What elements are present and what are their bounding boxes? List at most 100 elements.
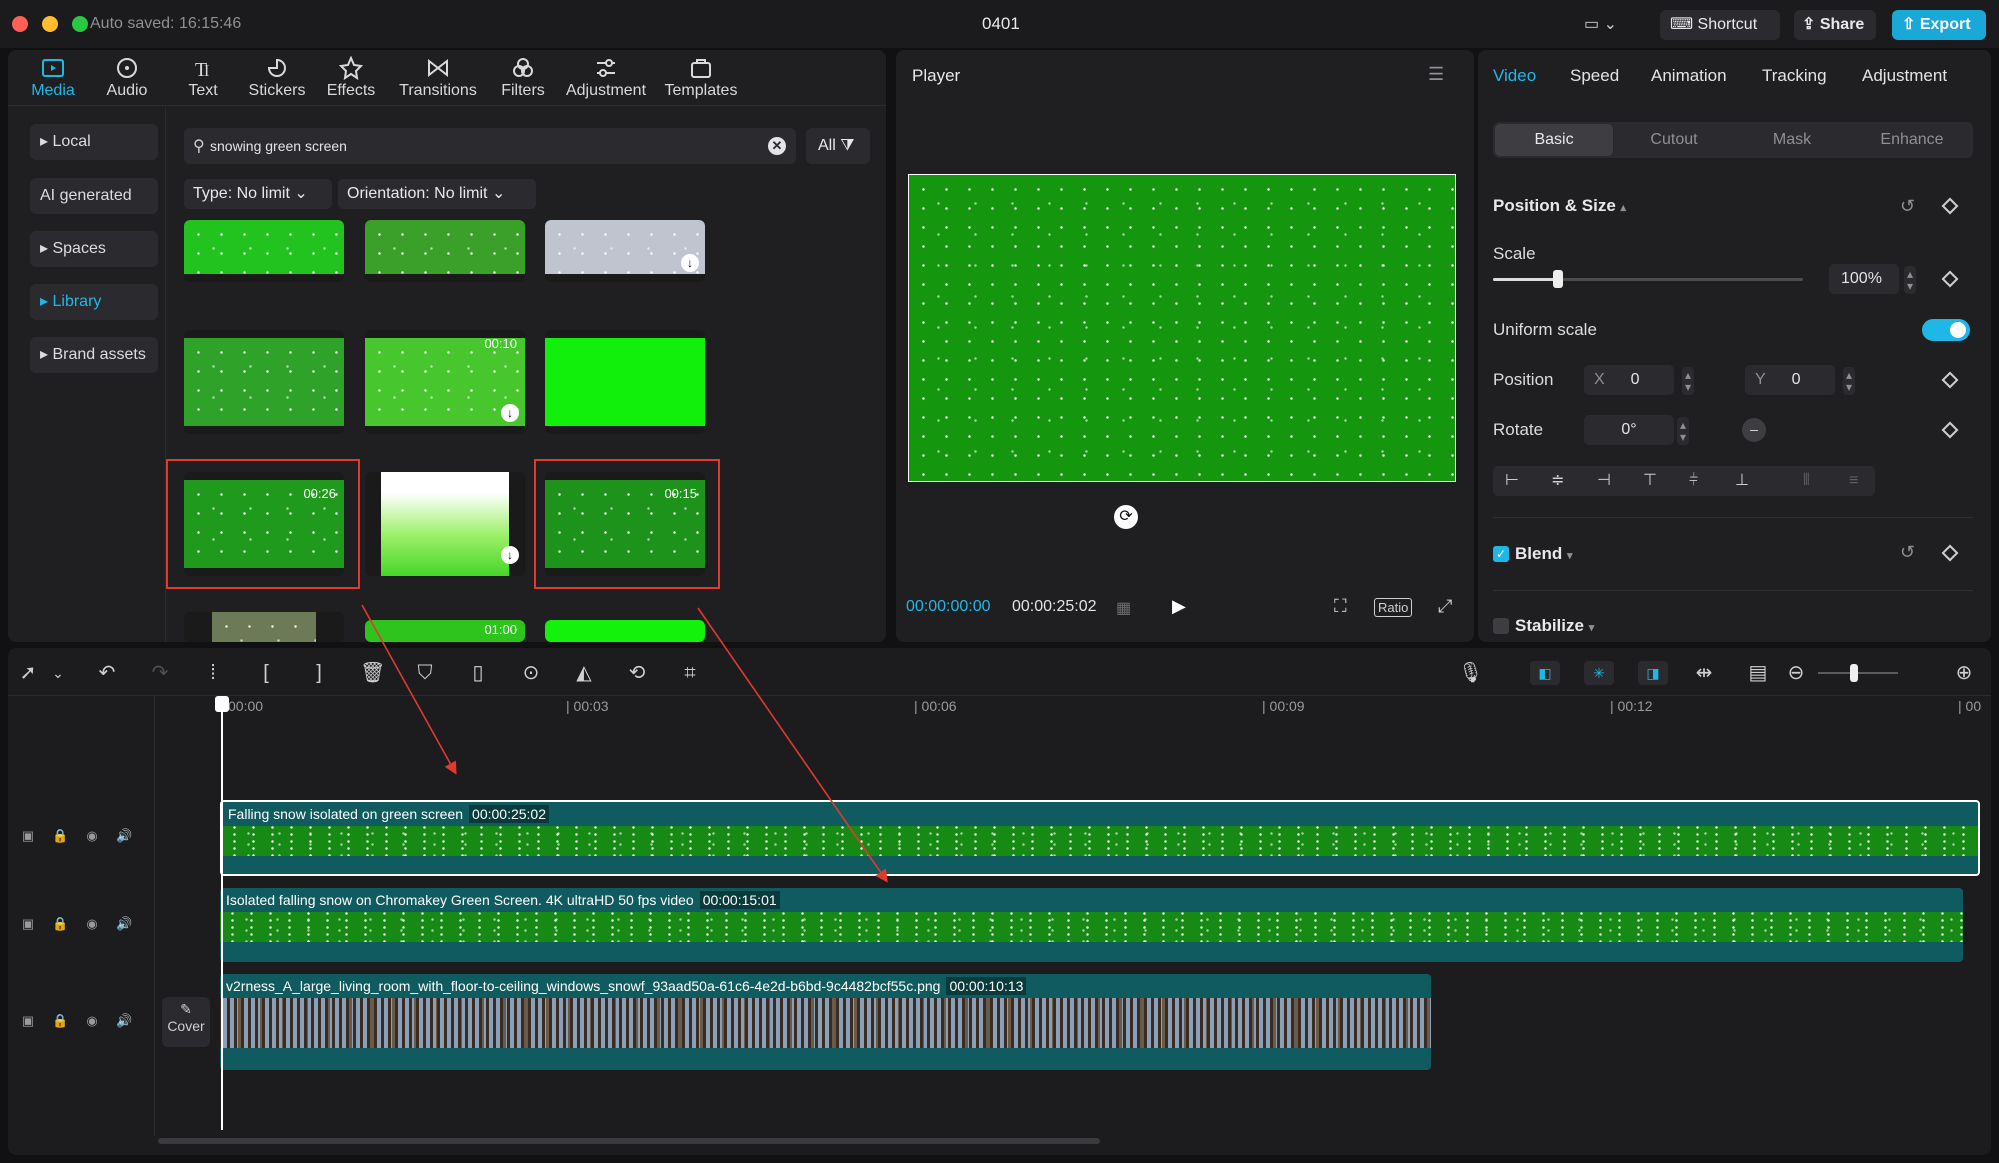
playhead-handle[interactable] (215, 696, 229, 712)
download-icon[interactable]: ↓ (501, 546, 519, 564)
scale-stepper-icon[interactable]: ▴ ▾ (1904, 266, 1917, 294)
tab-animation[interactable]: Animation (1651, 66, 1727, 86)
timeline-clip[interactable]: Falling snow isolated on green screen 00:… (220, 800, 1980, 876)
tab-transitions[interactable]: Transitions (388, 50, 488, 106)
preview-axis-icon[interactable]: ⇹ (1692, 661, 1716, 685)
tab-effects[interactable]: Effects (316, 50, 386, 106)
align-top-icon[interactable]: ⊤ (1643, 466, 1657, 496)
tab-filters[interactable]: Filters (488, 50, 558, 106)
video-preview[interactable] (908, 174, 1456, 482)
sidebar-item-library[interactable]: ▸ Library (30, 284, 158, 320)
rotate-dial-icon[interactable]: – (1742, 418, 1766, 442)
search-bar[interactable]: ⚲ snowing green screen ✕ (184, 128, 796, 164)
media-thumbnail[interactable] (545, 330, 705, 434)
volume-icon[interactable]: 🔊 (116, 916, 132, 932)
timecode-grid-icon[interactable]: ▦ (1116, 598, 1131, 618)
playhead[interactable] (221, 696, 223, 1130)
ratio-button[interactable]: Ratio (1374, 598, 1413, 617)
media-thumbnail[interactable]: ↓ (365, 472, 525, 576)
zoom-in-icon[interactable]: ⊕ (1952, 661, 1976, 685)
timeline-clip[interactable]: v2rness_A_large_living_room_with_floor-t… (220, 974, 1431, 1070)
blend-checkbox[interactable]: ✓ (1493, 546, 1509, 562)
media-thumbnail[interactable]: 00:10 ↓ (365, 330, 525, 434)
tab-templates[interactable]: Templates (656, 50, 746, 106)
scale-slider[interactable] (1493, 270, 1803, 288)
media-thumbnail[interactable]: 01:00 (365, 620, 525, 642)
delete-icon[interactable]: 🗑 (360, 661, 385, 685)
microphone-icon[interactable]: 🎙 (1458, 661, 1483, 685)
close-window-button[interactable] (12, 16, 28, 32)
type-filter-dropdown[interactable]: Type: No limit ⌄ (184, 179, 332, 209)
download-icon[interactable]: ↓ (501, 404, 519, 422)
sidebar-item-local[interactable]: ▸ Local (30, 124, 158, 160)
rotate-field[interactable]: 0° (1584, 415, 1674, 445)
position-x-field[interactable]: X0 (1584, 365, 1674, 395)
media-thumbnail[interactable] (184, 220, 344, 282)
download-icon[interactable]: ↓ (681, 254, 699, 272)
undo-icon[interactable]: ↶ (95, 661, 119, 685)
layout-menu-icon[interactable]: ▭ ⌄ (1584, 14, 1624, 36)
crop-icon[interactable]: ⌗ (678, 661, 702, 685)
lock-icon[interactable]: 🔒 (52, 828, 68, 844)
mirror-icon[interactable]: ◭ (572, 661, 596, 685)
align-center-h-icon[interactable]: ≑ (1551, 466, 1564, 496)
position-y-field[interactable]: Y0 (1745, 365, 1835, 395)
play-icon[interactable]: ▶ (1172, 596, 1186, 617)
sidebar-item-brand-assets[interactable]: ▸ Brand assets (30, 337, 158, 373)
volume-icon[interactable]: 🔊 (116, 1013, 132, 1029)
media-thumbnail[interactable] (545, 620, 705, 642)
align-center-v-icon[interactable]: ⫩ (1689, 466, 1698, 496)
orientation-filter-dropdown[interactable]: Orientation: No limit ⌄ (338, 179, 536, 209)
tab-audio[interactable]: Audio (92, 50, 162, 106)
sidebar-item-ai-generated[interactable]: AI generated (30, 178, 158, 214)
zoom-fit-icon[interactable]: ⛶ (1334, 596, 1347, 617)
horizontal-scrollbar[interactable] (158, 1138, 1100, 1144)
split-icon[interactable]: ⁞ (201, 661, 225, 685)
clear-search-icon[interactable]: ✕ (768, 137, 786, 155)
scale-slider-handle[interactable] (1553, 270, 1564, 288)
volume-icon[interactable]: 🔊 (116, 828, 132, 844)
magnet-main-track-icon[interactable]: ◧ (1530, 661, 1560, 685)
split-left-icon[interactable]: [ (254, 661, 278, 685)
maximize-window-button[interactable] (72, 16, 88, 32)
rotate-icon[interactable]: ⟲ (625, 661, 649, 685)
media-thumbnail[interactable] (365, 220, 525, 282)
chevron-down-icon[interactable]: ⌄ (46, 661, 70, 685)
cover-button[interactable]: ✎ Cover (162, 997, 210, 1047)
tab-media[interactable]: Media (18, 50, 88, 106)
y-stepper-icon[interactable]: ▴ ▾ (1843, 367, 1856, 395)
uniform-scale-toggle[interactable] (1922, 319, 1970, 341)
align-bottom-icon[interactable]: ⊥ (1735, 466, 1749, 496)
freeze-icon[interactable]: ▯ (466, 661, 490, 685)
tab-text[interactable]: T I Text (168, 50, 238, 106)
tab-video[interactable]: Video (1493, 66, 1536, 86)
thumbnail-icon[interactable]: ▤ (1746, 661, 1770, 685)
auto-snap-icon[interactable]: ✳ (1584, 661, 1614, 685)
minimize-window-button[interactable] (42, 16, 58, 32)
select-tool-icon[interactable]: ➚ (16, 661, 40, 685)
media-thumbnail[interactable]: ↓ (545, 220, 705, 282)
tab-stickers[interactable]: Stickers (242, 50, 312, 106)
zoom-out-icon[interactable]: ⊖ (1784, 661, 1808, 685)
align-right-icon[interactable]: ⊣ (1597, 466, 1611, 496)
stabilize-checkbox[interactable] (1493, 618, 1509, 634)
export-button[interactable]: ⇧ Export (1892, 10, 1986, 40)
subtab-mask[interactable]: Mask (1733, 124, 1851, 156)
tab-adjustment-inspector[interactable]: Adjustment (1862, 66, 1947, 86)
eye-icon[interactable]: ◉ (84, 1013, 100, 1029)
rotate-handle-icon[interactable]: ⟳ (1114, 505, 1138, 529)
blend-section[interactable]: Blend ▾ (1515, 544, 1573, 564)
position-size-section[interactable]: Position & Size ▴ (1493, 196, 1626, 216)
reverse-icon[interactable]: ⊙ (519, 661, 543, 685)
reset-icon[interactable]: ↺ (1900, 542, 1915, 563)
subtab-cutout[interactable]: Cutout (1615, 124, 1733, 156)
lock-icon[interactable]: 🔒 (52, 1013, 68, 1029)
sidebar-item-spaces[interactable]: ▸ Spaces (30, 231, 158, 267)
linkage-icon[interactable]: ◨ (1638, 661, 1668, 685)
eye-icon[interactable]: ◉ (84, 916, 100, 932)
tab-speed[interactable]: Speed (1570, 66, 1619, 86)
split-right-icon[interactable]: ] (307, 661, 331, 685)
stabilize-section[interactable]: Stabilize ▾ (1515, 616, 1594, 636)
marker-icon[interactable]: ⛉ (413, 661, 437, 685)
zoom-slider-handle[interactable] (1850, 664, 1858, 682)
